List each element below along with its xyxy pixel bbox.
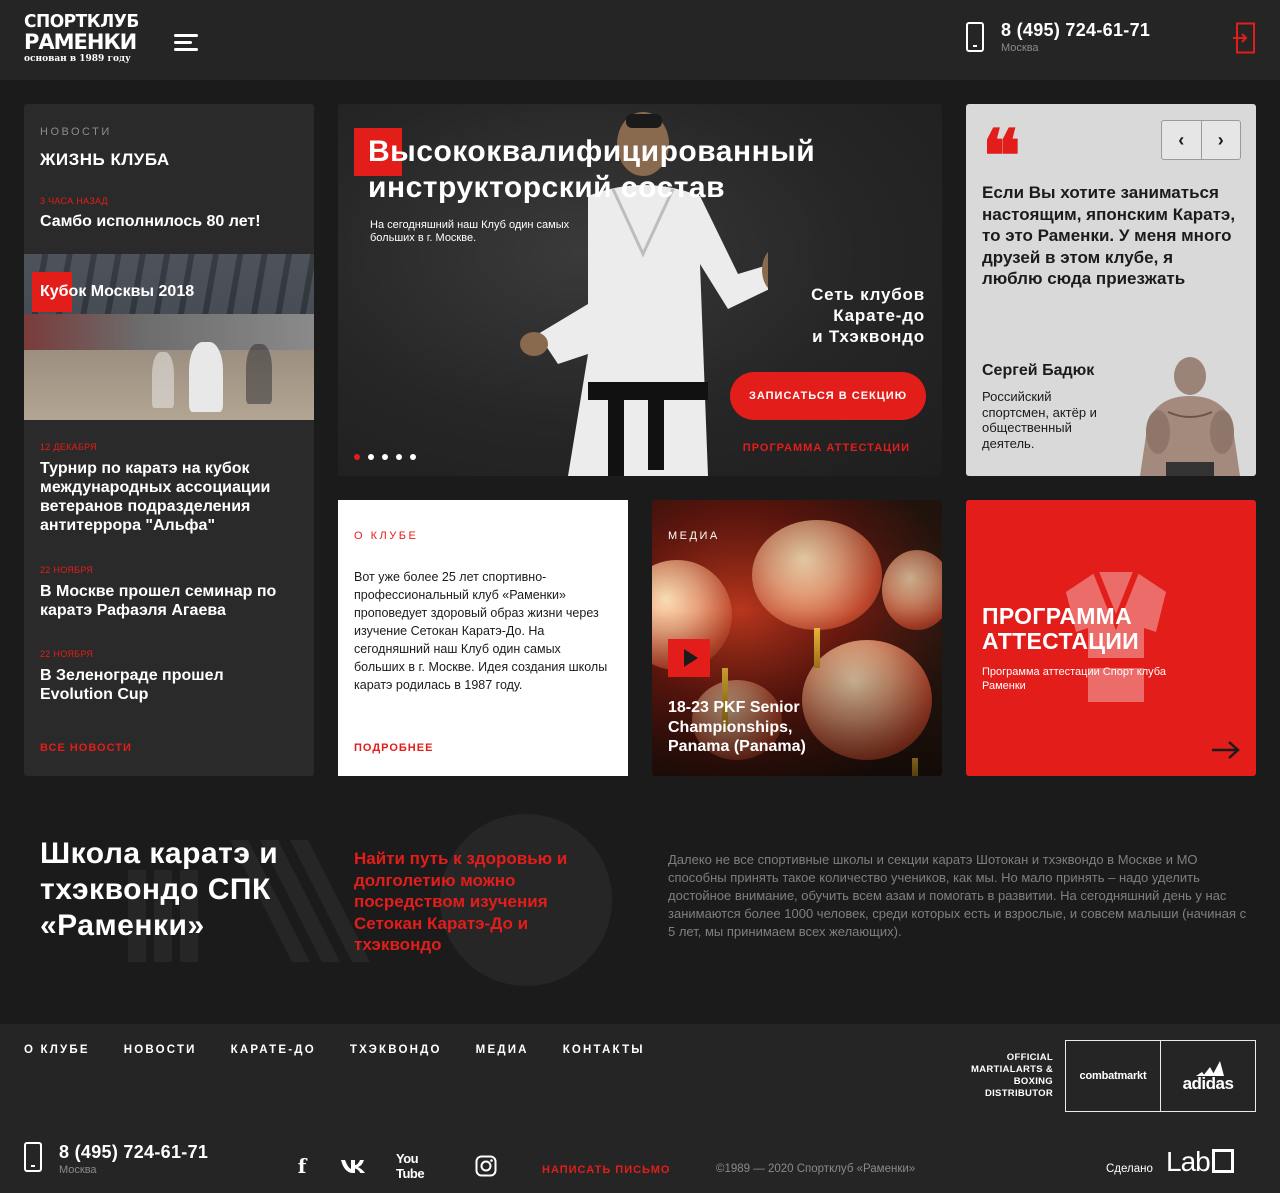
- adidas-logo[interactable]: adidas: [1160, 1041, 1255, 1111]
- about-card: О КЛУБЕ Вот уже более 25 лет спортивно-п…: [338, 500, 628, 776]
- youtube-icon[interactable]: You Tube: [396, 1151, 444, 1181]
- partner-logos: combatmarkt adidas: [1065, 1040, 1256, 1112]
- about-more-link[interactable]: ПОДРОБНЕЕ: [354, 742, 433, 754]
- vk-icon[interactable]: [340, 1154, 366, 1178]
- hamburger-icon[interactable]: [174, 34, 198, 52]
- hero-title: Высококвалифицированный инструкторский с…: [368, 135, 816, 204]
- testimonial-quote: Если Вы хотите заниматься настоящим, япо…: [982, 183, 1236, 288]
- news-date: 22 НОЯБРЯ: [40, 649, 94, 659]
- school-slogan: Найти путь к здоровью и долголетию можно…: [354, 849, 568, 954]
- slider-dot[interactable]: [410, 454, 416, 460]
- news-card: НОВОСТИ ЖИЗНЬ КЛУБА 3 ЧАСА НАЗАД Самбо и…: [24, 104, 314, 776]
- slider-dot[interactable]: [354, 454, 360, 460]
- news-date: 3 ЧАСА НАЗАД: [40, 196, 108, 206]
- youtube-label: You Tube: [396, 1151, 425, 1181]
- attestation-subtitle: Программа аттестации Спорт клуба Раменки: [982, 666, 1166, 692]
- news-photo-tag: Кубок Москвы 2018: [32, 272, 194, 312]
- news-date: 22 НОЯБРЯ: [40, 565, 94, 575]
- login-icon[interactable]: [1232, 22, 1256, 54]
- testimonial-role: Российский спортсмен, актёр и общественн…: [982, 389, 1097, 451]
- footer-nav-karate[interactable]: КАРАТЕ-ДО: [231, 1044, 316, 1056]
- header-phone[interactable]: 8 (495) 724-61-71: [1001, 20, 1150, 41]
- news-date: 12 ДЕКАБРЯ: [40, 442, 98, 452]
- slider-dot[interactable]: [396, 454, 402, 460]
- footer-nav: О КЛУБЕ НОВОСТИ КАРАТЕ-ДО ТХЭКВОНДО МЕДИ…: [24, 1044, 645, 1056]
- footer-phone[interactable]: 8 (495) 724-61-71: [59, 1142, 208, 1163]
- combatmarkt-logo[interactable]: combatmarkt: [1066, 1041, 1160, 1111]
- footer-nav-taekwondo[interactable]: ТХЭКВОНДО: [350, 1044, 442, 1056]
- footer-nav-media[interactable]: МЕДИА: [476, 1044, 529, 1056]
- news-headline[interactable]: Самбо исполнилось 80 лет!: [40, 212, 300, 231]
- distributor-label: OFFICIAL MARTIALARTS & BOXING DISTRIBUTO…: [970, 1052, 1053, 1099]
- attestation-title: ПРОГРАММА АТТЕСТАЦИИ: [982, 603, 1140, 654]
- slider-dot[interactable]: [368, 454, 374, 460]
- logo-tagline: основан в 1989 году: [24, 54, 131, 64]
- logo-line-1: СПОРТКЛУБ: [24, 11, 139, 33]
- header-city: Москва: [1001, 42, 1039, 54]
- studio-logo[interactable]: Lab: [1166, 1146, 1234, 1178]
- news-headline[interactable]: В Москве прошел семинар по каратэ Рафаэл…: [40, 582, 300, 620]
- logo[interactable]: СПОРТКЛУБ РАМЕНКИ основан в 1989 году: [24, 11, 139, 64]
- studio-name: Lab: [1166, 1146, 1211, 1177]
- footer-nav-contacts[interactable]: КОНТАКТЫ: [563, 1044, 645, 1056]
- signup-button[interactable]: ЗАПИСАТЬСЯ В СЕКЦИЮ: [730, 372, 926, 420]
- attestation-card[interactable]: ПРОГРАММА АТТЕСТАЦИИ Программа аттестаци…: [966, 500, 1256, 776]
- news-headline[interactable]: Турнир по каратэ на кубок международных …: [40, 459, 300, 535]
- phone-icon: [966, 22, 984, 52]
- testimonial-author: Сергей Бадюк: [982, 362, 1095, 379]
- combatmarkt-label: combatmarkt: [1079, 1070, 1147, 1082]
- media-caption[interactable]: 18-23 PKF Senior Championships, Panama (…: [668, 698, 848, 757]
- phone-icon: [24, 1142, 42, 1172]
- media-eyebrow: МЕДИА: [668, 530, 720, 542]
- instagram-icon[interactable]: [475, 1154, 497, 1178]
- testimonial-nav: ‹ ›: [1161, 120, 1241, 160]
- school-heading: Школа каратэ и тхэквондо СПК «Раменки»: [40, 836, 330, 944]
- hero-subtitle: На сегодняшний наш Клуб один самых больш…: [370, 219, 570, 244]
- media-card[interactable]: МЕДИА 18-23 PKF Senior Championships, Pa…: [652, 500, 942, 776]
- logo-line-2: РАМЕНКИ: [24, 30, 137, 54]
- made-by-label: Сделано: [1106, 1163, 1153, 1175]
- copyright: ©1989 — 2020 Спортклуб «Раменки»: [716, 1163, 916, 1175]
- play-icon[interactable]: [668, 639, 710, 677]
- about-eyebrow: О КЛУБЕ: [354, 530, 419, 542]
- news-photo[interactable]: Кубок Москвы 2018: [24, 254, 314, 420]
- write-letter-link[interactable]: НАПИСАТЬ ПИСЬМО: [542, 1164, 670, 1176]
- hero-program-link[interactable]: ПРОГРАММА АТТЕСТАЦИИ: [743, 442, 910, 454]
- footer-nav-about[interactable]: О КЛУБЕ: [24, 1044, 90, 1056]
- header: СПОРТКЛУБ РАМЕНКИ основан в 1989 году 8 …: [0, 0, 1280, 80]
- news-photo-tag-label: Кубок Москвы 2018: [40, 283, 195, 300]
- hero-slider: Высококвалифицированный инструкторский с…: [338, 104, 942, 476]
- footer: О КЛУБЕ НОВОСТИ КАРАТЕ-ДО ТХЭКВОНДО МЕДИ…: [0, 1024, 1280, 1193]
- about-text: Вот уже более 25 лет спортивно-профессио…: [354, 570, 608, 692]
- testimonial-card: ❝ ‹ › Если Вы хотите заниматься настоящи…: [966, 104, 1256, 476]
- school-description: Далеко не все спортивные школы и секции …: [668, 852, 1247, 939]
- footer-city: Москва: [59, 1164, 97, 1176]
- slider-dot[interactable]: [382, 454, 388, 460]
- chevron-left-icon[interactable]: ‹: [1162, 121, 1201, 159]
- all-news-link[interactable]: ВСЕ НОВОСТИ: [40, 742, 132, 754]
- author-photo: [1140, 357, 1240, 476]
- facebook-icon[interactable]: f: [292, 1154, 312, 1178]
- chevron-right-icon[interactable]: ›: [1200, 121, 1241, 159]
- arrow-right-icon[interactable]: [1212, 740, 1240, 760]
- news-title: ЖИЗНЬ КЛУБА: [40, 150, 170, 169]
- news-eyebrow: НОВОСТИ: [40, 126, 112, 138]
- school-heading-text: Школа каратэ и тхэквондо СПК «Раменки»: [40, 837, 279, 942]
- news-headline[interactable]: В Зеленограде прошел Evolution Cup: [40, 666, 300, 704]
- adidas-label: adidas: [1182, 1074, 1234, 1093]
- footer-nav-news[interactable]: НОВОСТИ: [124, 1044, 197, 1056]
- slider-dots: [354, 454, 416, 460]
- hero-network: Сеть клубов Карате-до и Тхэквондо: [811, 285, 925, 346]
